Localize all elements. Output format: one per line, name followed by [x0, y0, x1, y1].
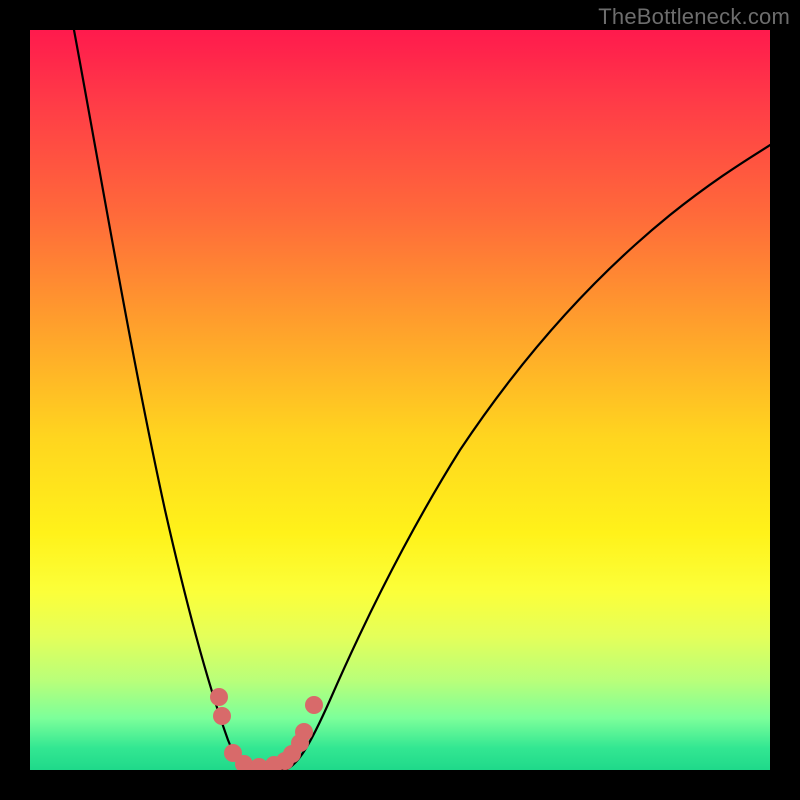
plot-area: [30, 30, 770, 770]
chart-frame: TheBottleneck.com: [0, 0, 800, 800]
bottleneck-curve-right: [285, 145, 770, 770]
watermark-text: TheBottleneck.com: [598, 4, 790, 30]
chart-svg: [30, 30, 770, 770]
bottleneck-curve-left: [74, 30, 250, 770]
sample-points: [210, 688, 323, 770]
